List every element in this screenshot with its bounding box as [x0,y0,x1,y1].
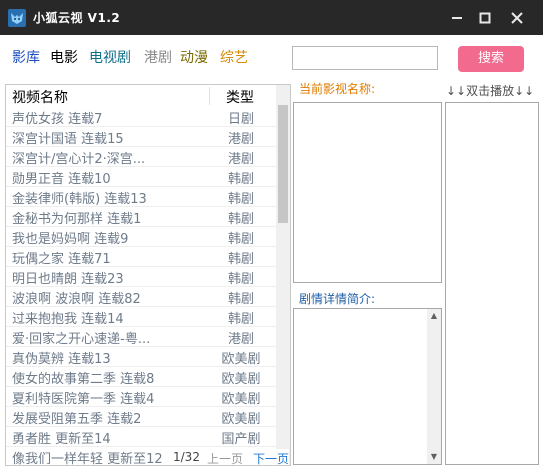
prev-page-link[interactable]: 上一页 [207,450,243,465]
column-header-type[interactable]: 类型 [226,87,254,107]
category-hk-drama[interactable]: 港剧 [144,47,172,67]
video-name: 明日也晴朗 连载23 [12,272,124,287]
video-name: 波浪啊 波浪啊 连载82 [12,292,141,307]
detail-label: 剧情详情简介: [299,292,376,306]
list-scrollbar-thumb[interactable] [278,105,288,223]
app-window: 小狐云视 V1.2 影库 电影 电视剧 港剧 动漫 综艺 搜索 视频名称 类型 … [0,0,543,469]
video-name: 使女的故事第二季 连载8 [12,372,155,387]
minimize-button[interactable] [444,5,470,31]
category-anime[interactable]: 动漫 [180,47,208,67]
video-name: 爱·回家之开心速递-粤... [12,332,151,347]
list-item[interactable]: 过来抱抱我 连载14 韩剧 [6,307,276,327]
detail-textarea[interactable]: ▲ ▼ [293,308,442,465]
episode-list[interactable] [445,102,539,465]
fox-app-icon [8,9,26,27]
video-type: 韩剧 [227,232,254,247]
list-item[interactable]: 真伪莫辨 连载13 欧美剧 [6,347,276,367]
category-tv-series[interactable]: 电视剧 [89,47,131,67]
video-list[interactable]: 视频名称 类型 声优女孩 连载7 日剧 深宫计国语 连载15 港剧 深宫计/宫心计2·深… [5,84,291,466]
list-item[interactable]: 发展受阻第五季 连载2 欧美剧 [6,407,276,427]
video-type: 日剧 [227,112,254,127]
video-type: 港剧 [227,132,254,147]
column-header-name[interactable]: 视频名称 [12,87,68,107]
video-type: 韩剧 [227,272,254,287]
video-name: 金秘书为何那样 连载1 [12,212,142,227]
list-item[interactable]: 明日也晴朗 连载23 韩剧 [6,267,276,287]
list-item[interactable]: 深宫计国语 连载15 港剧 [6,127,276,147]
category-film-library[interactable]: 影库 [12,47,40,67]
list-item[interactable]: 使女的故事第二季 连载8 欧美剧 [6,367,276,387]
video-name: 深宫计/宫心计2·深宫... [12,152,146,167]
minimize-icon [452,17,462,19]
video-name: 发展受阻第五季 连载2 [12,412,142,427]
list-item[interactable]: 波浪啊 波浪啊 连载82 韩剧 [6,287,276,307]
close-button[interactable] [504,5,530,31]
list-item[interactable]: 我也是妈妈啊 连载9 韩剧 [6,227,276,247]
scroll-up-arrow-icon[interactable]: ▲ [427,309,441,323]
current-title-label: 当前影视名称: [299,82,376,96]
detail-scrollbar[interactable]: ▲ ▼ [427,309,441,464]
close-icon [511,12,523,24]
video-type: 港剧 [227,332,254,347]
category-movie[interactable]: 电影 [50,47,78,67]
next-page-link[interactable]: 下一页 [253,450,289,465]
list-item[interactable]: 夏利特医院第一季 连载4 欧美剧 [6,387,276,407]
column-divider[interactable] [209,87,210,105]
video-name: 真伪莫辨 连载13 [12,352,111,367]
list-item[interactable]: 玩偶之家 连载71 韩剧 [6,247,276,267]
video-type: 欧美剧 [221,392,261,407]
video-name: 声优女孩 连载7 [12,112,103,127]
video-type: 韩剧 [227,292,254,307]
video-name: 过来抱抱我 连载14 [12,312,124,327]
video-type: 欧美剧 [221,412,261,427]
list-scrollbar[interactable] [276,85,290,465]
scroll-down-arrow-icon[interactable]: ▼ [427,450,441,464]
video-type: 欧美剧 [221,372,261,387]
list-item[interactable]: 金装律师(韩版) 连载13 韩剧 [6,187,276,207]
video-name: 玩偶之家 连载71 [12,252,111,267]
video-type: 韩剧 [227,172,254,187]
search-button[interactable]: 搜索 [458,46,524,72]
maximize-button[interactable] [472,5,498,31]
video-name: 金装律师(韩版) 连载13 [12,192,147,207]
video-type: 韩剧 [227,252,254,267]
category-variety[interactable]: 综艺 [220,47,248,67]
list-item[interactable]: 勋男正音 连载10 韩剧 [6,167,276,187]
page-indicator: 1/32 [173,450,200,464]
pager: 1/32 上一页 下一页 [169,449,289,465]
list-item[interactable]: 勇者胜 更新至14 国产剧 [6,427,276,447]
maximize-icon [479,12,491,24]
window-title: 小狐云视 V1.2 [33,11,121,25]
list-header: 视频名称 类型 [6,85,276,107]
list-item[interactable]: 深宫计/宫心计2·深宫... 港剧 [6,147,276,167]
video-type: 港剧 [227,152,254,167]
video-name: 勇者胜 更新至14 [12,432,111,447]
list-item[interactable]: 声优女孩 连载7 日剧 [6,107,276,127]
list-item[interactable]: 爱·回家之开心速递-粤... 港剧 [6,327,276,347]
video-name: 勋男正音 连载10 [12,172,111,187]
video-type: 韩剧 [227,212,254,227]
video-type: 韩剧 [227,312,254,327]
video-name: 深宫计国语 连载15 [12,132,124,147]
video-type: 韩剧 [227,192,254,207]
current-title-box[interactable] [293,102,442,283]
play-hint-label: ↓↓双击播放↓↓ [446,84,535,98]
video-name: 我也是妈妈啊 连载9 [12,232,129,247]
video-type: 欧美剧 [221,352,261,367]
video-name: 夏利特医院第一季 连载4 [12,392,155,407]
list-item[interactable]: 金秘书为何那样 连载1 韩剧 [6,207,276,227]
title-bar[interactable]: 小狐云视 V1.2 [0,0,543,35]
list-rows: 声优女孩 连载7 日剧 深宫计国语 连载15 港剧 深宫计/宫心计2·深宫... 港剧 勋男… [6,107,276,465]
video-type: 国产剧 [221,432,261,447]
search-input[interactable] [292,46,438,70]
